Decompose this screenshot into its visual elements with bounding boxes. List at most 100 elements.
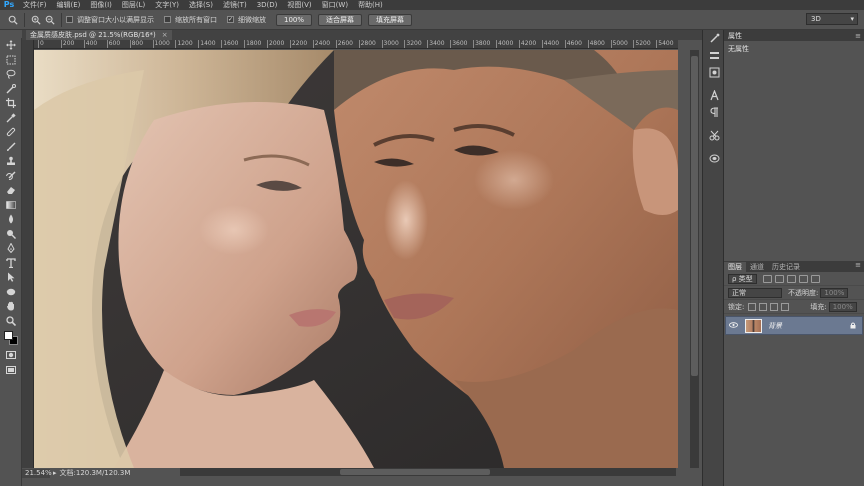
zoom-tool-preset-icon[interactable] — [6, 13, 20, 27]
menu-type[interactable]: 文字(Y) — [150, 0, 184, 10]
lock-transparent-icon[interactable] — [748, 302, 757, 311]
horizontal-scroll-thumb[interactable] — [340, 469, 490, 475]
filter-shape-icon[interactable] — [798, 274, 808, 283]
tab-channels[interactable]: 通道 — [746, 262, 768, 272]
document-tab[interactable]: 金属质感皮肤.psd @ 21.5%(RGB/16*) × — [26, 30, 172, 40]
fill-screen-button[interactable]: 填充屏幕 — [368, 13, 413, 26]
vertical-scroll-thumb[interactable] — [691, 56, 698, 376]
quick-mask-icon[interactable] — [0, 348, 22, 363]
crop-icon[interactable] — [0, 96, 22, 111]
menu-edit[interactable]: 编辑(E) — [52, 0, 86, 10]
vertical-scrollbar[interactable] — [690, 50, 699, 468]
screen-mode-icon[interactable] — [0, 363, 22, 378]
quick-select-icon[interactable] — [0, 82, 22, 97]
clone-source-icon[interactable] — [703, 64, 725, 81]
menu-image[interactable]: 图像(I) — [85, 0, 117, 10]
dodge-icon[interactable] — [0, 227, 22, 242]
healing-icon[interactable] — [0, 125, 22, 140]
checkbox-box[interactable] — [164, 16, 171, 23]
blend-mode-select[interactable]: 正常 — [728, 287, 782, 298]
ruler-label: 0 — [40, 40, 44, 47]
zoom-100-button[interactable]: 100% — [276, 13, 313, 26]
scrubby-zoom-checkbox[interactable]: ✓ 细微缩放 — [227, 15, 266, 25]
layer-name[interactable]: 背景 — [768, 321, 782, 331]
brush-settings-icon[interactable] — [703, 47, 725, 64]
layer-row-background[interactable]: 背景 — [725, 316, 863, 335]
eraser-icon[interactable] — [0, 183, 22, 198]
document-canvas[interactable] — [34, 50, 678, 468]
lock-all-icon[interactable] — [781, 302, 790, 311]
ruler-label: 1600 — [223, 40, 239, 47]
menu-layer[interactable]: 图层(L) — [117, 0, 150, 10]
blur-icon[interactable] — [0, 212, 22, 227]
resize-windows-checkbox[interactable]: 调整窗口大小以满屏显示 — [66, 15, 154, 25]
layer-filter-type-select[interactable]: ρ 类型 — [728, 273, 757, 284]
visibility-eye-icon[interactable] — [729, 321, 741, 330]
type-icon[interactable] — [0, 256, 22, 271]
brush-icon[interactable] — [0, 140, 22, 155]
menu-help[interactable]: 帮助(H) — [353, 0, 388, 10]
lock-position-icon[interactable] — [770, 302, 779, 311]
checkbox-box-checked[interactable]: ✓ — [227, 16, 234, 23]
filter-type-icon[interactable] — [786, 274, 796, 283]
clone-stamp-icon[interactable] — [0, 154, 22, 169]
ruler-label: 4200 — [520, 40, 537, 47]
close-tab-icon[interactable]: × — [162, 31, 168, 39]
zoom-out-icon[interactable] — [43, 13, 57, 27]
zoom-in-icon[interactable] — [29, 13, 43, 27]
ruler-label: 4000 — [498, 40, 514, 47]
brush-preset-icon[interactable] — [703, 30, 725, 47]
fit-screen-button[interactable]: 适合屏幕 — [318, 13, 363, 26]
3d-icon[interactable] — [703, 150, 725, 167]
ruler-label: 3600 — [452, 40, 468, 47]
history-brush-icon[interactable] — [0, 169, 22, 184]
menu-file[interactable]: 文件(F) — [18, 0, 52, 10]
path-select-icon[interactable] — [0, 270, 22, 285]
workspace-select[interactable]: 3D — [806, 13, 858, 25]
ruler-label: 1000 — [154, 40, 170, 47]
lasso-icon[interactable] — [0, 67, 22, 82]
tab-layers[interactable]: 图层 — [724, 262, 746, 272]
menu-3d[interactable]: 3D(D) — [252, 0, 283, 10]
eyedropper-icon[interactable] — [0, 111, 22, 126]
menu-select[interactable]: 选择(S) — [184, 0, 218, 10]
ruler-label: 2000 — [269, 40, 285, 47]
shape-icon[interactable] — [0, 285, 22, 300]
hand-icon[interactable] — [0, 299, 22, 314]
move-icon[interactable] — [0, 38, 22, 53]
lock-image-icon[interactable] — [759, 302, 768, 311]
menu-view[interactable]: 视图(V) — [282, 0, 316, 10]
gradient-icon[interactable] — [0, 198, 22, 213]
panel-menu-icon[interactable]: ≡ — [855, 32, 861, 40]
horizontal-scrollbar[interactable] — [180, 468, 676, 476]
paragraph-icon[interactable] — [703, 104, 725, 121]
zoom-level-field[interactable]: 21.54% — [22, 468, 52, 478]
ruler-tick — [60, 40, 62, 48]
properties-tab[interactable]: 属性 — [728, 31, 742, 41]
marquee-icon[interactable] — [0, 53, 22, 68]
status-menu-icon[interactable]: ▸ — [53, 469, 57, 477]
zoom-icon[interactable] — [0, 314, 22, 329]
pen-icon[interactable] — [0, 241, 22, 256]
status-bar: 21.54% ▸ 文档:120.3M/120.3M — [22, 468, 180, 478]
filter-pixel-icon[interactable] — [762, 274, 772, 283]
zoom-all-windows-checkbox[interactable]: 缩放所有窗口 — [164, 15, 217, 25]
opacity-field[interactable]: 100% — [820, 287, 849, 298]
tool-presets-icon[interactable] — [703, 127, 725, 144]
photo-image — [34, 50, 678, 468]
menu-filter[interactable]: 滤镜(T) — [218, 0, 252, 10]
character-icon[interactable] — [703, 87, 725, 104]
filter-adjustment-icon[interactable] — [774, 274, 784, 283]
resize-windows-label: 调整窗口大小以满屏显示 — [77, 15, 154, 24]
ruler-tick — [106, 40, 108, 48]
ruler-tick — [175, 40, 177, 48]
color-swatches[interactable] — [0, 328, 22, 348]
fill-field[interactable]: 100% — [828, 301, 857, 312]
filter-smart-object-icon[interactable] — [810, 274, 820, 283]
tab-history[interactable]: 历史记录 — [768, 262, 804, 272]
properties-body — [724, 55, 864, 261]
checkbox-box[interactable] — [66, 16, 73, 23]
foreground-color-swatch[interactable] — [4, 331, 13, 340]
panel-menu-icon[interactable]: ≡ — [855, 261, 861, 269]
menu-window[interactable]: 窗口(W) — [317, 0, 353, 10]
